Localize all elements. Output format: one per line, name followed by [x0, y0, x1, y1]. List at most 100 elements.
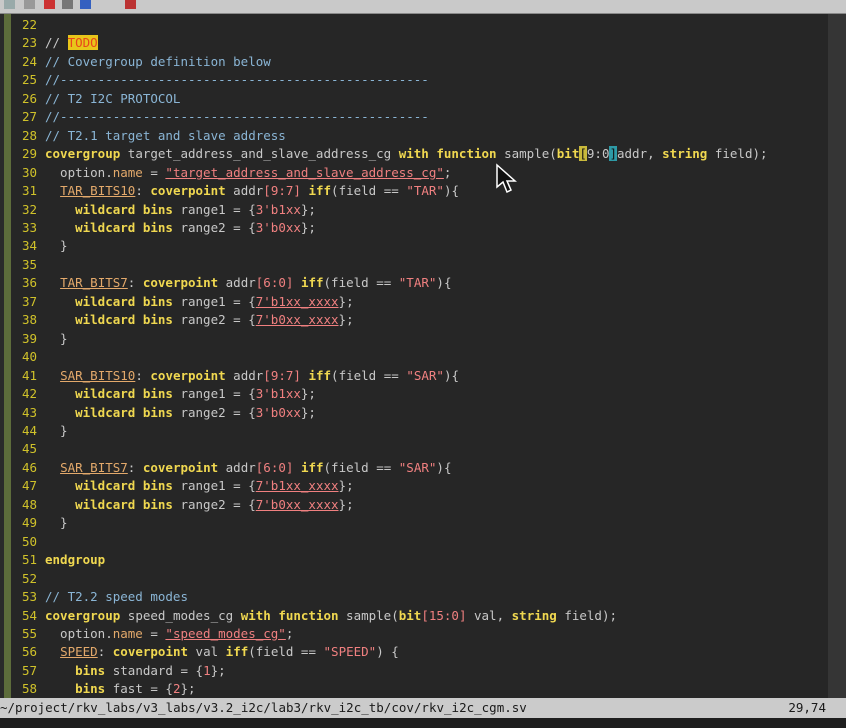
line-number: 55 — [21, 625, 37, 641]
line-number: 54 — [21, 607, 37, 623]
line-number: 51 — [21, 552, 37, 568]
line-number: 38 — [21, 312, 37, 328]
code-line[interactable]: 46 SAR_BITS7: coverpoint addr[6:0] iff(f… — [11, 459, 768, 477]
code-line[interactable]: 40 — [11, 348, 768, 366]
code-line[interactable]: 31 TAR_BITS10: coverpoint addr[9:7] iff(… — [11, 182, 768, 200]
code-token: ] — [609, 146, 617, 162]
code-line[interactable]: 44 } — [11, 422, 768, 440]
sign-column — [4, 14, 11, 698]
code-token: wildcard bins — [75, 386, 173, 402]
line-number: 57 — [21, 662, 37, 678]
code-line[interactable]: 50 — [11, 533, 768, 551]
line-number: 46 — [21, 459, 37, 475]
code-token: addr — [218, 275, 256, 291]
toolbar-icon-c[interactable] — [44, 0, 55, 9]
line-number: 29 — [21, 146, 37, 162]
code-line[interactable]: 25 //------------------------------------… — [11, 71, 768, 89]
toolbar-icon-d[interactable] — [62, 0, 73, 9]
code-line[interactable]: 45 — [11, 440, 768, 458]
code-token: range1 = { — [172, 201, 256, 217]
code-token: speed_modes_cg — [120, 607, 241, 623]
line-number: 39 — [21, 330, 37, 346]
code-line[interactable]: 51 endgroup — [11, 551, 768, 569]
code-token: (field == — [331, 367, 407, 383]
code-token: ){ — [436, 459, 452, 475]
code-token: standard = { — [105, 662, 204, 678]
code-line[interactable]: 53 // T2.2 speed modes — [11, 588, 768, 606]
code-token: } — [45, 422, 68, 438]
status-bar: ~/project/rkv_labs/v3_labs/v3.2_i2c/lab3… — [0, 698, 846, 718]
code-line[interactable]: 34 } — [11, 237, 768, 255]
code-token: string — [662, 146, 708, 162]
code-token: "SAR" — [406, 367, 444, 383]
code-line[interactable]: 36 TAR_BITS7: coverpoint addr[6:0] iff(f… — [11, 274, 768, 292]
code-token: iff — [300, 459, 324, 475]
scrollbar-area[interactable] — [828, 14, 846, 698]
code-line[interactable]: 57 bins standard = {1}; — [11, 662, 768, 680]
code-token: } — [45, 515, 68, 531]
code-line[interactable]: 27 //------------------------------------… — [11, 108, 768, 126]
code-token: field); — [707, 146, 768, 162]
code-token: 7'b0xx_xxxx — [255, 312, 339, 328]
line-number: 50 — [21, 533, 37, 549]
toolbar-icon-f[interactable] — [125, 0, 136, 9]
code-token: endgroup — [45, 552, 106, 568]
code-line[interactable]: 56 SPEED: coverpoint val iff(field == "S… — [11, 643, 768, 661]
code-token: (field == — [248, 644, 324, 660]
code-line[interactable]: 52 — [11, 570, 768, 588]
code-line[interactable]: 48 wildcard bins range2 = {7'b0xx_xxxx}; — [11, 496, 768, 514]
code-editor[interactable]: 22 23 // TODO 24 // Covergroup definition be… — [11, 14, 828, 698]
code-line[interactable]: 23 // TODO — [11, 34, 768, 52]
line-number: 22 — [21, 17, 37, 32]
code-token: iff — [308, 183, 332, 199]
code-token: "SAR" — [398, 459, 437, 475]
code-line[interactable]: 39 } — [11, 330, 768, 348]
code-line[interactable]: 41 SAR_BITS10: coverpoint addr[9:7] iff(… — [11, 367, 768, 385]
code-line[interactable]: 55 option.name = "speed_modes_cg"; — [11, 625, 768, 643]
code-line[interactable]: 30 option.name = "target_address_and_sla… — [11, 164, 768, 182]
toolbar-icon-b[interactable] — [24, 0, 35, 9]
code-line[interactable]: 29 covergroup target_address_and_slave_ad… — [11, 145, 768, 163]
code-line[interactable]: 33 wildcard bins range2 = {3'b0xx}; — [11, 219, 768, 237]
line-number: 41 — [21, 367, 37, 383]
line-number: 53 — [21, 589, 37, 605]
code-line[interactable]: 37 wildcard bins range1 = {7'b1xx_xxxx}; — [11, 293, 768, 311]
code-token: [6:0] — [255, 459, 294, 475]
code-token: range2 = { — [172, 219, 256, 235]
code-line[interactable]: 38 wildcard bins range2 = {7'b0xx_xxxx}; — [11, 311, 768, 329]
code-token: wildcard bins — [75, 478, 173, 494]
code-token: covergroup — [45, 146, 121, 162]
code-line[interactable]: 22 — [11, 16, 768, 34]
line-number: 44 — [21, 422, 37, 438]
code-line[interactable]: 58 bins fast = {2}; — [11, 680, 768, 698]
code-token: 7'b1xx_xxxx — [255, 478, 339, 494]
line-number: 30 — [21, 164, 37, 180]
toolbar-icon-a[interactable] — [4, 0, 15, 9]
code-line[interactable]: 24 // Covergroup definition below — [11, 53, 768, 71]
code-line[interactable]: 26 // T2 I2C PROTOCOL — [11, 90, 768, 108]
code-line[interactable]: 43 wildcard bins range2 = {3'b0xx}; — [11, 404, 768, 422]
code-token: }; — [300, 219, 316, 235]
code-line[interactable]: 32 wildcard bins range1 = {3'b1xx}; — [11, 201, 768, 219]
code-lines: 22 23 // TODO 24 // Covergroup definition be… — [11, 16, 768, 698]
code-line[interactable]: 54 covergroup speed_modes_cg with functio… — [11, 607, 768, 625]
code-token: }; — [180, 681, 196, 697]
code-line[interactable]: 42 wildcard bins range1 = {3'b1xx}; — [11, 385, 768, 403]
toolbar-icon-e[interactable] — [80, 0, 91, 9]
code-line[interactable]: 28 // T2.1 target and slave address — [11, 127, 768, 145]
code-line[interactable]: 35 — [11, 256, 768, 274]
code-line[interactable]: 47 wildcard bins range1 = {7'b1xx_xxxx}; — [11, 477, 768, 495]
code-token: // T2.2 speed modes — [45, 589, 188, 605]
code-line[interactable]: 49 } — [11, 514, 768, 532]
code-token: SPEED — [60, 644, 98, 660]
line-number: 23 — [21, 35, 37, 51]
